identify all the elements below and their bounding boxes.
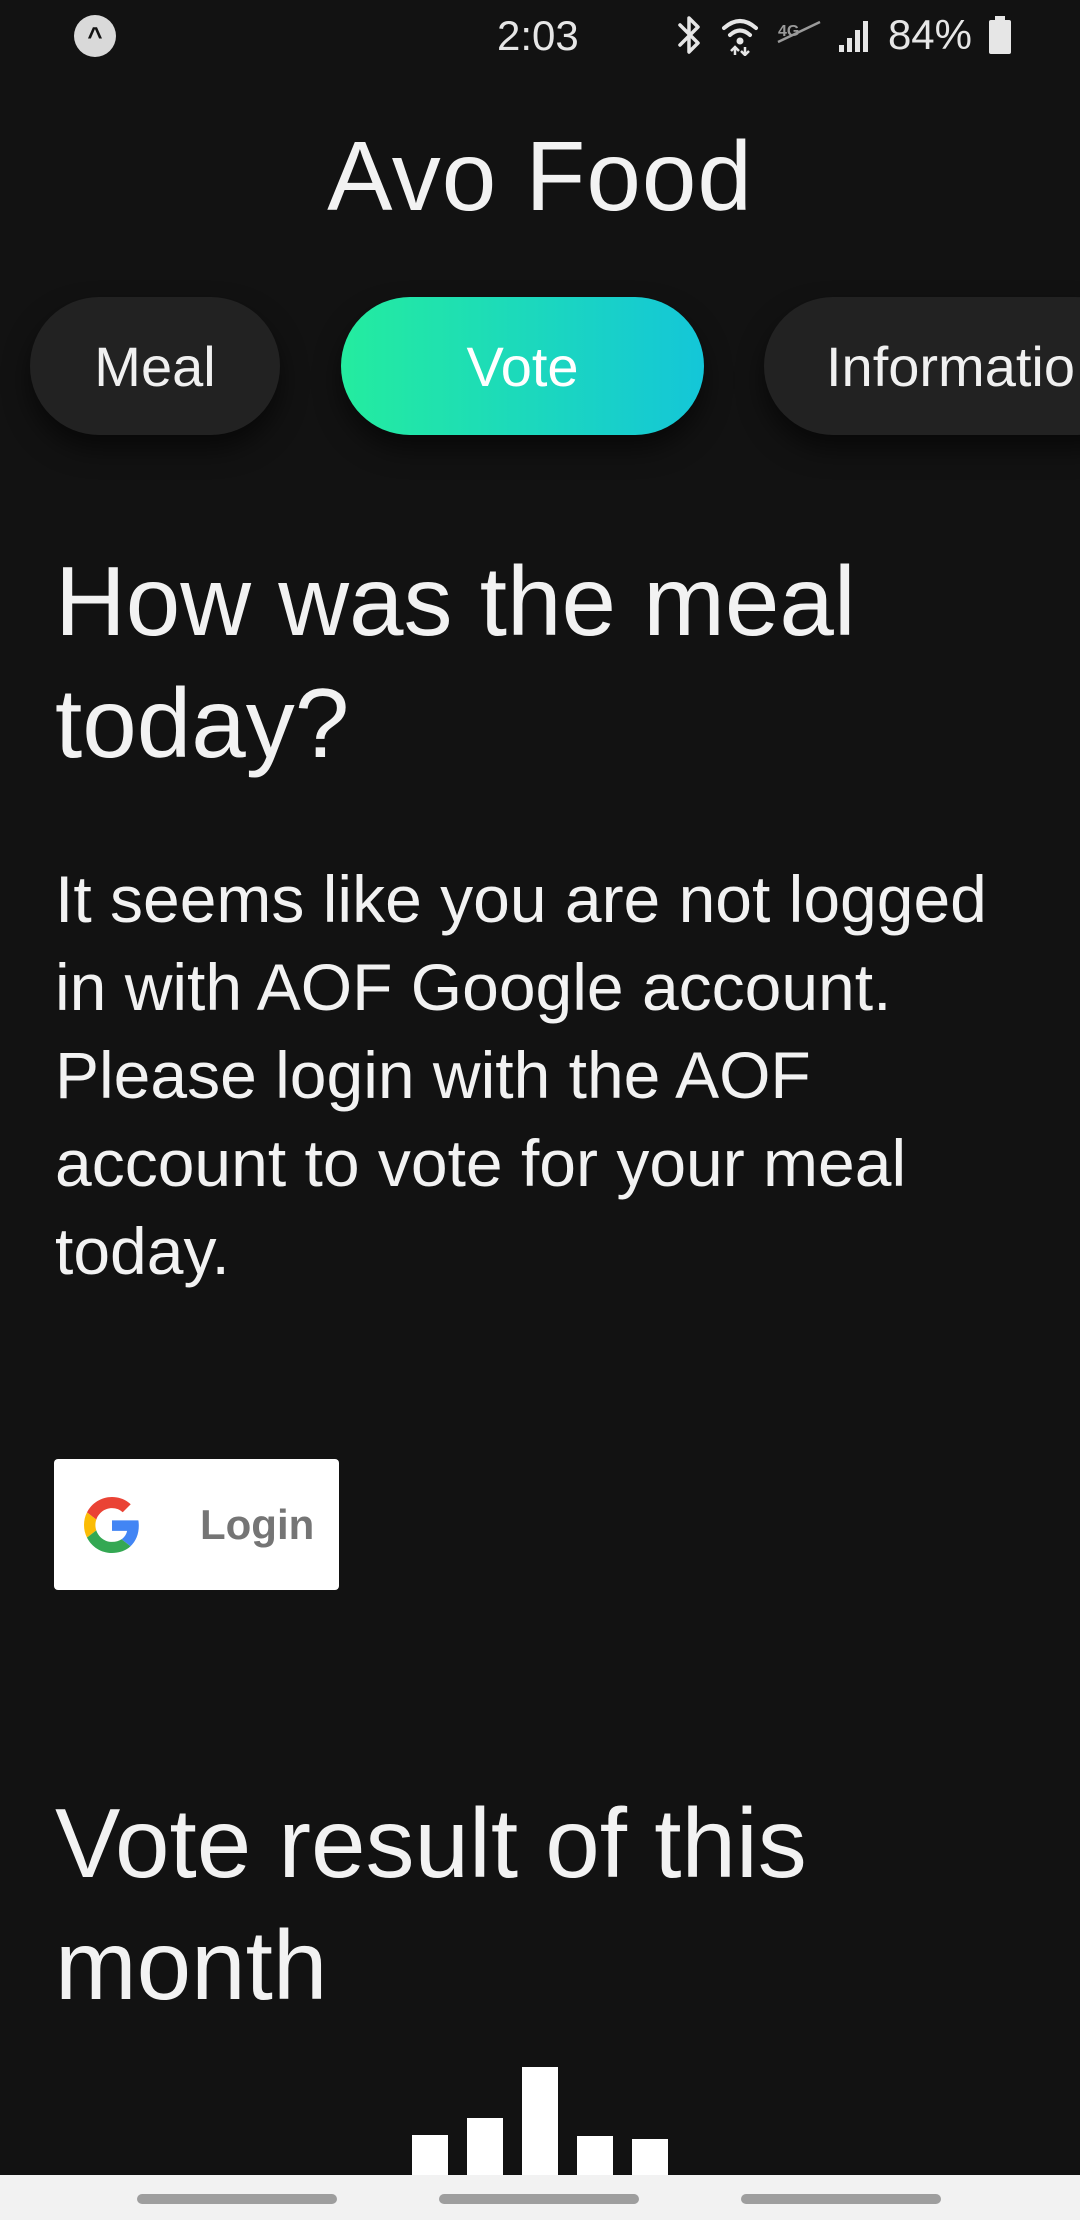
- nav-handle-left[interactable]: [137, 2194, 337, 2204]
- chart-bar: [577, 2136, 613, 2175]
- app-launcher-icon: ^: [74, 15, 116, 57]
- battery-icon: [989, 16, 1011, 54]
- app-screen: ^ 2:03 4G 84% Avo Food Meal Vote Informa…: [0, 0, 1080, 2220]
- login-message-line: Please login with the AOF account to vot…: [55, 1038, 907, 1288]
- status-indicators: 4G 84%: [674, 10, 1012, 60]
- login-message-line: It seems like you are not logged in with…: [55, 862, 987, 1024]
- app-title: Avo Food: [327, 121, 753, 231]
- vote-result-chart: [400, 2060, 700, 2175]
- vote-result-heading: Vote result of this month: [55, 1788, 807, 2020]
- google-icon: [84, 1496, 139, 1553]
- meal-question-heading: How was the meal today?: [55, 546, 856, 778]
- chart-bar: [412, 2135, 448, 2175]
- status-time: 2:03: [497, 12, 579, 59]
- bluetooth-icon: [678, 16, 700, 54]
- battery-percentage: 84%: [887, 11, 972, 58]
- mobile-data-icon: 4G: [777, 20, 821, 44]
- chart-bar: [522, 2067, 558, 2175]
- chart-bar: [467, 2118, 503, 2175]
- tab-vote[interactable]: Vote: [341, 297, 704, 435]
- nav-handle-right[interactable]: [741, 2194, 941, 2204]
- login-button-label: Login: [200, 1500, 315, 1548]
- system-nav-bar: [0, 2175, 1080, 2220]
- nav-handle-center[interactable]: [439, 2194, 639, 2204]
- tab-bar: Meal Vote Informatio: [0, 297, 1080, 437]
- signal-icon: [838, 21, 868, 52]
- tab-meal[interactable]: Meal: [30, 297, 280, 435]
- tab-information[interactable]: Informatio: [764, 297, 1080, 435]
- wifi-icon: [721, 19, 758, 56]
- status-bar: ^ 2:03 4G 84%: [0, 0, 1080, 72]
- login-required-message: It seems like you are not logged in with…: [55, 855, 1035, 1295]
- google-login-button[interactable]: Login: [54, 1459, 339, 1590]
- chart-bar: [632, 2139, 668, 2175]
